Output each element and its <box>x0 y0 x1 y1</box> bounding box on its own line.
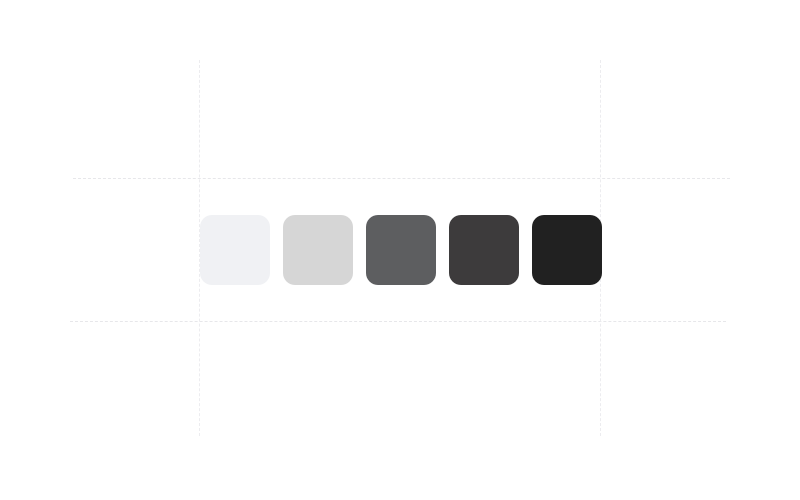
color-swatch[interactable] <box>366 215 436 285</box>
color-swatch[interactable] <box>532 215 602 285</box>
canvas <box>0 0 800 500</box>
color-swatch[interactable] <box>449 215 519 285</box>
guide-line-bottom <box>70 321 726 322</box>
color-swatch[interactable] <box>200 215 270 285</box>
color-swatch-row <box>200 215 602 285</box>
color-swatch[interactable] <box>283 215 353 285</box>
guide-line-top <box>73 178 730 179</box>
